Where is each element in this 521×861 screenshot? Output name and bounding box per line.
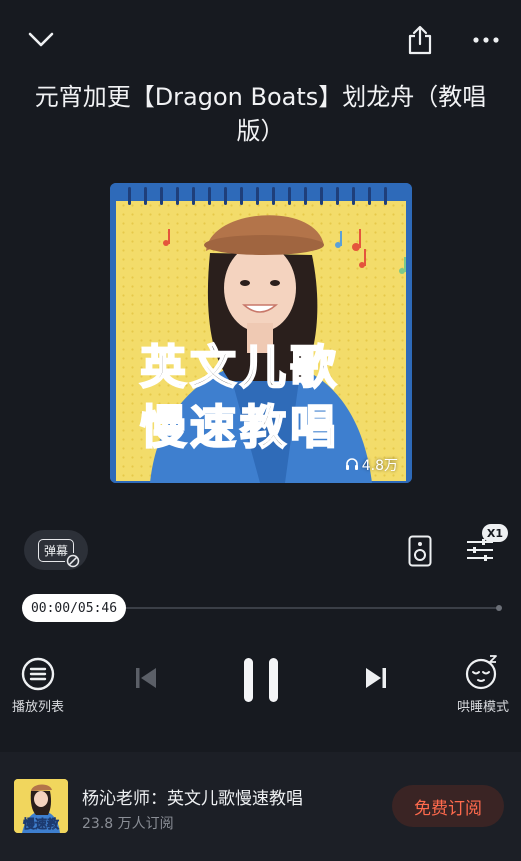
progress-end-dot [496, 605, 502, 611]
album-thumbnail[interactable]: 慢速教 [14, 779, 68, 833]
cover-title-line1: 英文儿歌 [139, 340, 340, 394]
cover-title-line2: 慢速教唱 [139, 400, 340, 454]
album-thumbnail-text: 慢速教 [22, 817, 60, 832]
share-icon[interactable] [400, 20, 440, 60]
chevron-down-icon[interactable] [22, 24, 60, 56]
top-bar [0, 0, 521, 78]
album-name[interactable]: 杨沁老师：英文儿歌慢速教唱 [82, 784, 303, 809]
speed-badge: X1 [482, 524, 508, 542]
next-track-icon[interactable] [358, 660, 394, 696]
headphone-icon [345, 457, 359, 474]
play-count-value: 4.8万 [361, 458, 398, 474]
album-cover[interactable]: 英文儿歌 慢速教唱 4.8万 [110, 183, 412, 483]
danmu-off-icon: 弹幕 [37, 538, 81, 569]
more-icon[interactable] [464, 22, 508, 58]
previous-track-icon[interactable] [128, 660, 164, 696]
album-bar[interactable]: 慢速教 杨沁老师：英文儿歌慢速教唱 23.8 万人订阅 免费订阅 [0, 752, 521, 861]
playlist-button[interactable] [14, 654, 62, 694]
speaker-icon[interactable] [404, 532, 436, 570]
play-count: 4.8万 [345, 455, 398, 475]
sleep-mode-icon[interactable] [458, 652, 508, 692]
album-subscribers: 23.8 万人订阅 [82, 816, 174, 832]
playlist-icon [21, 657, 55, 691]
pause-icon[interactable] [236, 652, 286, 708]
sleep-mode-label: 哄睡模式 [456, 700, 509, 715]
time-display[interactable]: 00:00/05:46 [22, 594, 126, 622]
playlist-label: 播放列表 [11, 700, 64, 715]
track-title: 元宵加更【Dragon Boats】划龙舟（教唱版） [34, 83, 487, 145]
subscribe-button[interactable]: 免费订阅 [392, 785, 504, 827]
danmu-disabled-badge [65, 552, 81, 569]
danmu-toggle-button[interactable]: 弹幕 [24, 530, 88, 570]
